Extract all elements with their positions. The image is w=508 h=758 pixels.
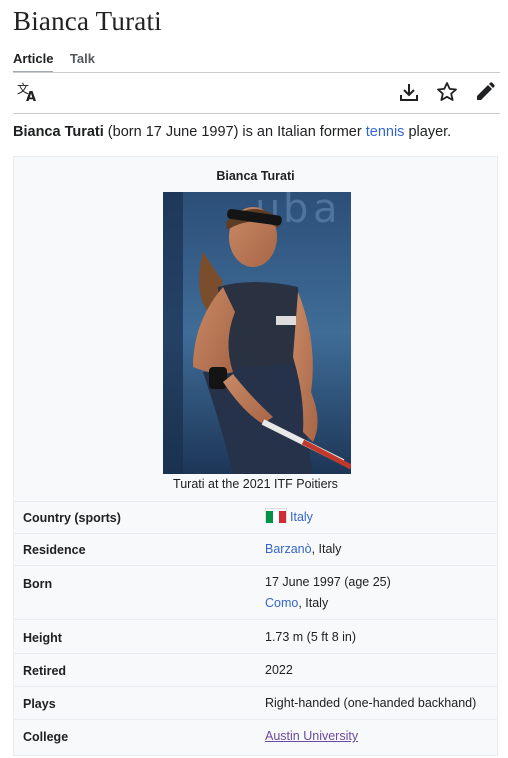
star-icon[interactable] — [435, 80, 459, 104]
infobox-row-college: College Austin University — [14, 719, 497, 758]
row-value: 17 June 1997 (age 25) Como, Italy — [265, 572, 391, 614]
tab-article[interactable]: Article — [13, 51, 54, 73]
infobox-row-retired: Retired 2022 — [14, 653, 497, 687]
row-label: Plays — [23, 697, 56, 711]
residence-link[interactable]: Barzanò — [265, 542, 312, 556]
pencil-icon[interactable] — [473, 80, 497, 104]
page-title: Bianca Turati — [13, 6, 162, 36]
birth-date: 17 June 1997 (age 25) — [265, 575, 391, 589]
photo-caption: Turati at the 2021 ITF Poitiers — [173, 477, 338, 491]
country-link[interactable]: Italy — [290, 510, 313, 524]
infobox-row-height: Height 1.73 m (5 ft 8 in) — [14, 619, 497, 654]
italy-flag-icon — [265, 508, 287, 523]
row-value: Austin University — [265, 726, 358, 747]
infobox-row-born: Born 17 June 1997 (age 25) Como, Italy — [14, 565, 497, 620]
row-value: Barzanò, Italy — [265, 539, 341, 560]
svg-text:b: b — [283, 192, 308, 232]
row-value: Right-handed (one-handed backhand) — [265, 696, 477, 710]
tab-talk[interactable]: Talk — [70, 51, 95, 71]
download-icon[interactable] — [397, 80, 421, 104]
row-value: 2022 — [265, 663, 293, 677]
lead-paragraph: Bianca Turati (born 17 June 1997) is an … — [13, 122, 500, 142]
toolbar-divider — [13, 113, 500, 114]
row-label: Born — [23, 577, 53, 591]
infobox-row-plays: Plays Right-handed (one-handed backhand) — [14, 686, 497, 720]
row-label: Country (sports) — [23, 511, 121, 525]
lead-text: (born 17 June 1997) is an Italian former — [103, 124, 366, 140]
translate-icon[interactable]: 文 A — [16, 80, 40, 104]
infobox-title: Bianca Turati — [216, 169, 295, 183]
infobox: Bianca Turati u b a — [13, 156, 498, 756]
birthplace-country: , Italy — [298, 596, 329, 610]
infobox-row-residence: Residence Barzanò, Italy — [14, 533, 497, 566]
row-label: Residence — [23, 543, 86, 557]
row-label: Retired — [23, 664, 67, 678]
subject-name: Bianca Turati — [13, 124, 104, 140]
player-photo[interactable]: u b a — [163, 192, 351, 474]
row-value: 1.73 m (5 ft 8 in) — [265, 630, 357, 644]
birthplace-link[interactable]: Como — [265, 596, 298, 610]
tabs-divider — [13, 72, 500, 73]
svg-text:a: a — [313, 192, 338, 232]
residence-country: , Italy — [311, 542, 342, 556]
row-label: College — [23, 730, 69, 744]
college-link[interactable]: Austin University — [265, 729, 358, 743]
page-tabs: Article Talk — [13, 50, 107, 73]
tennis-link[interactable]: tennis — [366, 124, 405, 140]
page-toolbar: 文 A — [13, 80, 500, 108]
infobox-row-country: Country (sports) Italy — [14, 501, 497, 534]
svg-text:A: A — [26, 90, 36, 104]
row-label: Height — [23, 631, 62, 645]
lead-text-end: player. — [404, 124, 452, 140]
row-value: Italy — [265, 507, 313, 528]
